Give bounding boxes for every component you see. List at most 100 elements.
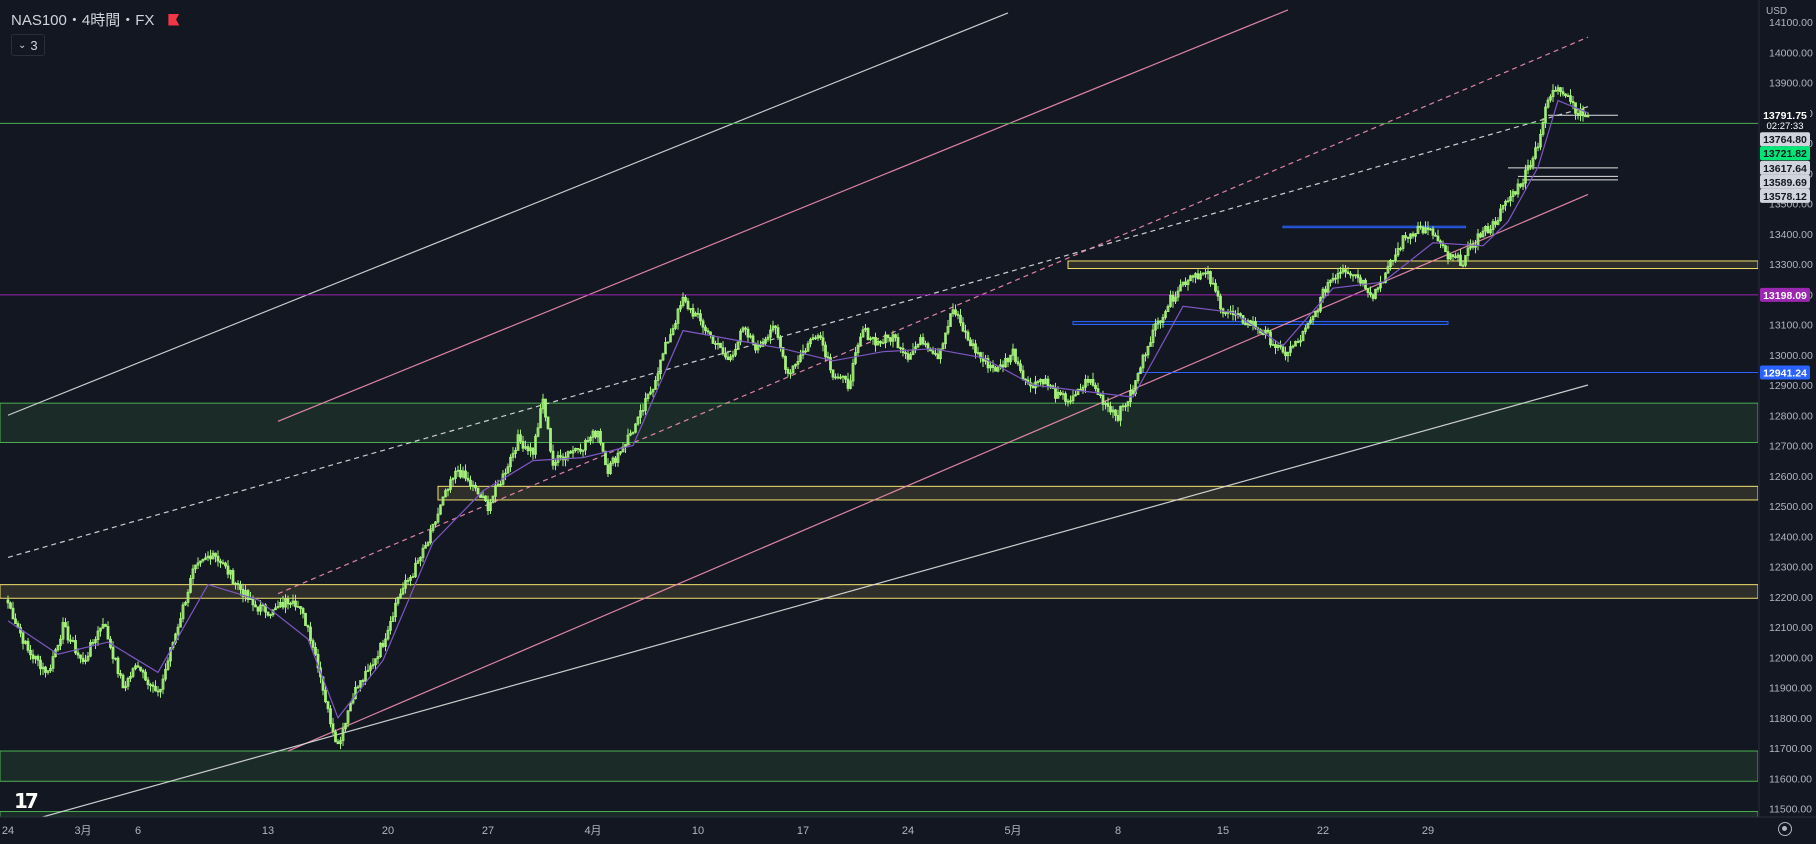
candle <box>949 313 952 327</box>
candle-body <box>776 327 780 338</box>
candle <box>89 639 92 658</box>
candle-body <box>699 313 702 322</box>
candle-body <box>1459 254 1462 266</box>
candle-body <box>961 322 965 332</box>
candle <box>104 623 107 627</box>
candle-body <box>334 731 337 743</box>
price-label-tag: 13578.12 <box>1760 188 1810 203</box>
candle-body <box>991 364 995 369</box>
candle <box>1269 329 1272 348</box>
candle-body <box>1369 292 1372 296</box>
candle-body <box>44 666 47 673</box>
candle <box>231 568 235 585</box>
candle <box>131 667 135 679</box>
candle-body <box>599 430 602 444</box>
zone <box>1282 225 1466 229</box>
time-tick-label: 24 <box>2 825 14 837</box>
candle-body <box>1099 394 1102 397</box>
candle-body <box>36 655 40 661</box>
candle-body <box>1041 379 1045 385</box>
candle-body <box>1494 221 1497 225</box>
candle-body <box>1571 101 1575 104</box>
candle-body <box>1046 378 1050 387</box>
candle-body <box>26 640 30 651</box>
candle-body <box>9 602 12 609</box>
time-tick-label: 17 <box>797 825 809 837</box>
candle-body <box>466 477 470 481</box>
candle-body <box>1436 235 1440 242</box>
candle-body <box>1351 274 1355 277</box>
candle <box>476 487 480 495</box>
candle-body <box>1356 274 1360 279</box>
candle-body <box>39 659 42 670</box>
candle-body <box>824 344 827 358</box>
candle <box>1319 296 1322 314</box>
candle-body <box>216 555 220 562</box>
candle <box>121 673 125 689</box>
time-tick-label: 4月 <box>584 825 601 837</box>
candle-body <box>81 657 85 662</box>
candle-body <box>156 690 160 693</box>
candle <box>719 342 722 349</box>
zone <box>1067 260 1758 270</box>
symbol-legend[interactable]: NAS100・4時間・FX <box>11 9 180 30</box>
candle-body <box>1091 379 1095 386</box>
price-label-tag: 13589.69 <box>1760 174 1810 189</box>
chart-canvas[interactable]: 11500.00 11600.00 11700.00 11800.00 11900.00… <box>0 0 1816 844</box>
candle-body <box>1451 254 1455 258</box>
time-tick-label: 8 <box>1115 825 1121 837</box>
candle-body <box>299 606 302 609</box>
candle-body <box>874 337 877 346</box>
flag-icon[interactable] <box>168 13 180 26</box>
candle-body <box>1006 358 1010 363</box>
candle-body <box>1191 275 1195 278</box>
candle-body <box>1096 388 1100 396</box>
candle-body <box>309 626 312 642</box>
candle <box>329 705 332 728</box>
candle-body <box>751 335 755 344</box>
candle-body <box>784 355 787 370</box>
candle-body <box>1116 415 1120 421</box>
candle-body <box>1406 237 1410 239</box>
candle-body <box>231 570 235 585</box>
candle-body <box>1131 390 1135 395</box>
candle-body <box>1434 234 1437 237</box>
candle-body <box>1561 91 1565 95</box>
candle-body <box>219 560 222 564</box>
candle-body <box>774 325 777 329</box>
candle-body <box>921 337 925 345</box>
candle-body <box>11 607 15 620</box>
candle <box>491 495 495 504</box>
tradingview-logo-icon[interactable]: 17 <box>14 789 39 813</box>
candle-body <box>844 375 847 380</box>
time-tick-label: 5月 <box>1004 825 1021 837</box>
symbol-title[interactable]: NAS100・4時間・FX <box>11 9 154 30</box>
candle-body <box>1059 391 1062 395</box>
candle-body <box>254 604 257 608</box>
candle-body <box>1184 281 1187 285</box>
candle-body <box>1564 93 1567 97</box>
settings-icon[interactable] <box>1778 822 1792 836</box>
candle-body <box>934 352 937 355</box>
countdown-text: 02:27:33 <box>1767 121 1804 132</box>
candle-body <box>1266 329 1270 333</box>
candle-body <box>696 312 700 315</box>
time-tick-label: 15 <box>1217 825 1229 837</box>
candle-body <box>1421 226 1425 234</box>
candle <box>866 327 870 341</box>
candle-body <box>974 343 977 354</box>
candle-body <box>119 673 122 676</box>
candle-body <box>139 666 142 671</box>
candle-body <box>31 654 35 660</box>
price-tick-label: 12900.00 <box>1769 380 1813 392</box>
candle-body <box>1274 344 1277 348</box>
price-tag-text: 12941.24 <box>1763 368 1807 380</box>
indicators-toggle-button[interactable]: ⌄ 3 <box>11 34 45 56</box>
candle-body <box>221 562 225 565</box>
candle-body <box>544 398 547 418</box>
candle-body <box>956 313 960 316</box>
currency-label[interactable]: USD <box>1766 6 1787 17</box>
candle-body <box>724 353 727 358</box>
candle-body <box>311 640 315 648</box>
price-tag-text: 13589.69 <box>1763 177 1807 189</box>
